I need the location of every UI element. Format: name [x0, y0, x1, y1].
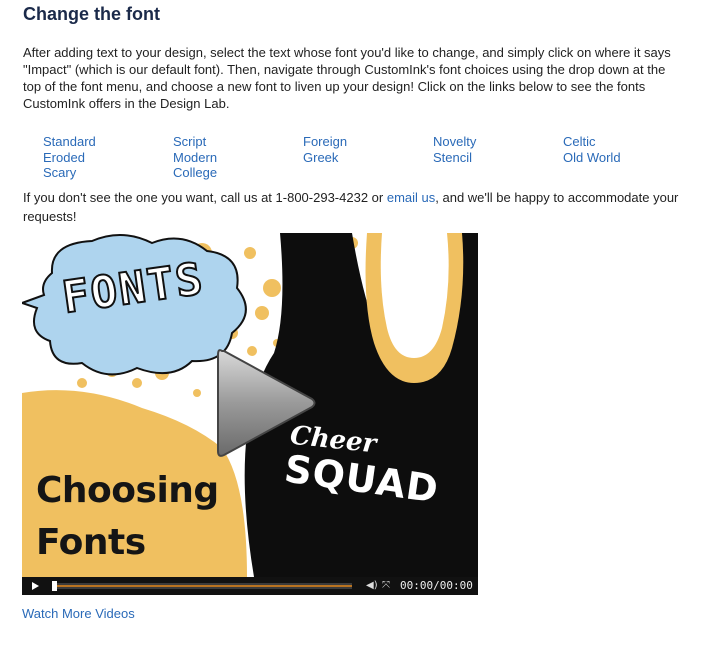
- progress-fill: [52, 585, 352, 587]
- font-link-greek[interactable]: Greek: [303, 150, 347, 166]
- volume-icon[interactable]: ◀): [366, 580, 378, 592]
- font-column-3: Foreign Greek: [303, 134, 347, 165]
- video-player[interactable]: FONTS Cheer SQUAD Choosing Fonts ◀) ⤧ 00…: [22, 233, 478, 595]
- play-icon[interactable]: [32, 582, 39, 590]
- page-title: Change the font: [23, 4, 160, 24]
- font-link-eroded[interactable]: Eroded: [43, 150, 96, 166]
- fullscreen-icon[interactable]: ⤧: [382, 580, 394, 592]
- video-headline: Choosing Fonts: [36, 465, 219, 569]
- progress-bar[interactable]: [52, 581, 352, 591]
- video-headline-line-2: Fonts: [36, 522, 146, 563]
- font-link-stencil[interactable]: Stencil: [433, 150, 476, 166]
- font-column-1: Standard Eroded Scary: [43, 134, 96, 181]
- font-link-old-world[interactable]: Old World: [563, 150, 621, 166]
- font-link-foreign[interactable]: Foreign: [303, 134, 347, 150]
- time-display: 00:00/00:00: [400, 579, 473, 592]
- contact-text-before: If you don't see the one you want, call …: [23, 190, 387, 205]
- video-controls-bar: ◀) ⤧ 00:00/00:00: [22, 577, 478, 595]
- play-overlay-icon[interactable]: [214, 345, 318, 461]
- watch-more-videos-link[interactable]: Watch More Videos: [22, 606, 135, 621]
- font-column-2: Script Modern College: [173, 134, 217, 181]
- font-link-novelty[interactable]: Novelty: [433, 134, 476, 150]
- font-link-college[interactable]: College: [173, 165, 217, 181]
- font-column-4: Novelty Stencil: [433, 134, 476, 165]
- video-headline-line-1: Choosing: [36, 470, 219, 511]
- progress-knob[interactable]: [52, 581, 57, 591]
- video-thumbnail[interactable]: FONTS Cheer SQUAD Choosing Fonts: [22, 233, 478, 577]
- email-us-link[interactable]: email us: [387, 190, 435, 205]
- font-link-script[interactable]: Script: [173, 134, 217, 150]
- font-link-standard[interactable]: Standard: [43, 134, 96, 150]
- font-column-5: Celtic Old World: [563, 134, 621, 165]
- font-link-modern[interactable]: Modern: [173, 150, 217, 166]
- contact-paragraph: If you don't see the one you want, call …: [23, 188, 683, 226]
- font-link-celtic[interactable]: Celtic: [563, 134, 621, 150]
- font-link-scary[interactable]: Scary: [43, 165, 96, 181]
- intro-paragraph: After adding text to your design, select…: [23, 45, 671, 111]
